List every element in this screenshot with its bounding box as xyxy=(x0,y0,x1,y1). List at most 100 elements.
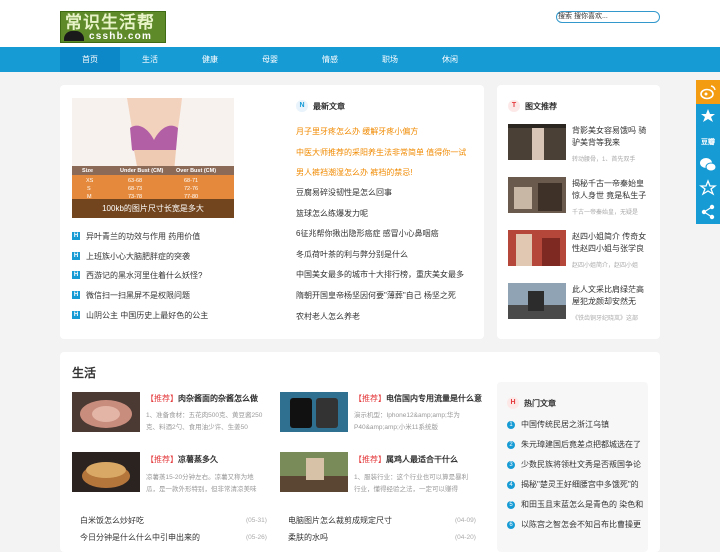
life-link[interactable]: 白米饭怎么炒好吃 xyxy=(80,515,144,526)
life-post-desc: 演示机型：Iphone12&amp;amp;华为P40&amp;amp;小米11… xyxy=(354,412,460,431)
over-bust-header: Over Bust (CM) xyxy=(176,168,217,174)
nav-item-leisure[interactable]: 休闲 xyxy=(420,47,480,72)
image-post-thumb[interactable] xyxy=(508,177,566,213)
list-item[interactable]: H 西游记的黑水河里住着什么妖怪? xyxy=(72,269,242,282)
article-link[interactable]: 6征兆帮你揪出隐形癌症 感冒小心鼻咽癌 xyxy=(296,227,439,240)
logo-figure xyxy=(64,31,84,41)
hot-title: 热门文章 xyxy=(524,399,556,408)
size-cell: 68-73 xyxy=(128,186,143,192)
image-post-meta: 千古一帝秦始皇，无疑是 xyxy=(572,210,639,216)
under-bust-header: Under Bust (CM) xyxy=(120,168,164,174)
image-post-thumb[interactable] xyxy=(508,283,566,319)
article-link[interactable]: 农村老人怎么养老 xyxy=(296,310,360,323)
article-link[interactable]: 篮球怎么练爆发力呢 xyxy=(296,207,368,220)
h-badge-icon: H xyxy=(72,271,80,279)
post-photo xyxy=(508,177,566,213)
size-cell: 68-71 xyxy=(184,178,199,184)
list-item[interactable]: H 微信扫一扫黑屏不是权限问题 xyxy=(72,289,242,302)
post-photo xyxy=(280,452,348,492)
post-photo xyxy=(72,392,140,432)
article-link[interactable]: 隋朝开国皇帝杨坚因何要"薄葬"自己 杨坚之死 xyxy=(296,289,456,302)
h-badge-icon: H xyxy=(72,252,80,260)
nav-item-baby[interactable]: 母婴 xyxy=(240,47,300,72)
life-post-desc: 1、服装行业：这个行业也可以算是暴利行业，懂得经验之法，一定可以赚得 xyxy=(354,474,469,493)
latest-title: 最新文章 xyxy=(313,102,345,111)
featured-caption[interactable]: 100kb的图片尺寸长宽是多大 xyxy=(72,199,234,218)
image-post-title[interactable]: 背影美女容易饿吗 骑驴美背等我来 xyxy=(572,125,648,149)
image-post-meta: 《铁齿铜牙纪晓岚》这部 xyxy=(572,316,639,322)
image-post-thumb[interactable] xyxy=(508,124,566,160)
life-post-thumb[interactable] xyxy=(280,392,348,432)
site-logo[interactable]: 常识生活帮 csshb.com xyxy=(60,11,166,43)
nav-item-home[interactable]: 首页 xyxy=(60,47,120,72)
site-header: 常识生活帮 csshb.com 搜索 搜你喜欢... xyxy=(0,0,720,47)
post-photo xyxy=(280,392,348,432)
article-link[interactable]: 男人裤裆潮湿怎么办 裤裆的禁忌! xyxy=(296,166,412,179)
image-post-title[interactable]: 此人文采比肩绿茫高屋犯龙颜却安然无 xyxy=(572,284,648,308)
h-badge-icon: H xyxy=(72,311,80,319)
life-link[interactable]: 电脑图片怎么裁剪成规定尺寸 xyxy=(288,515,392,526)
rank-badge: 6 xyxy=(507,521,515,529)
douban-icon: 豆瓣 xyxy=(701,139,715,146)
post-photo xyxy=(508,124,566,160)
image-post-title[interactable]: 揭秘千古一帝秦始皇惊人身世 竟是私生子 xyxy=(572,178,648,202)
life-post-title[interactable]: 【推荐】凉薯蒸多久 xyxy=(146,454,218,465)
nav-item-career[interactable]: 职场 xyxy=(360,47,420,72)
weibo-icon xyxy=(700,85,716,100)
nav-item-health[interactable]: 健康 xyxy=(180,47,240,72)
logo-domain: csshb.com xyxy=(89,31,153,42)
size-cell: 63-68 xyxy=(128,178,143,184)
logo-text: 常识生活帮 xyxy=(65,13,155,33)
article-link[interactable]: 中医大师推荐的采阳养生法非常简单 值得你一试 xyxy=(296,146,466,159)
list-item[interactable]: H 异叶青兰的功效与作用 药用价值 xyxy=(72,230,242,243)
image-posts-badge-icon: T xyxy=(508,100,520,112)
life-link-date: (04-09) xyxy=(455,517,476,524)
life-post-title[interactable]: 【推荐】电信国内专用流量是什么意 xyxy=(354,393,482,404)
nav-item-life[interactable]: 生活 xyxy=(120,47,180,72)
nav-item-emotion[interactable]: 情感 xyxy=(300,47,360,72)
image-post-title[interactable]: 赵四小姐简介 传奇女性赵四小姐与张学良 xyxy=(572,231,648,255)
favorite-button[interactable] xyxy=(696,176,720,200)
article-link[interactable]: 冬瓜荷叶茶的利与弊分别是什么 xyxy=(296,248,408,261)
life-post-title[interactable]: 【推荐】属鸡人最适合干什么 xyxy=(354,454,458,465)
h-badge-icon: H xyxy=(72,232,80,240)
life-link[interactable]: 今日分钟是什么什么中引申出来的 xyxy=(80,532,200,543)
life-post-thumb[interactable] xyxy=(72,452,140,492)
life-link[interactable]: 柔肤的水吗 xyxy=(288,532,328,543)
qzone-share-button[interactable] xyxy=(696,104,720,128)
share-icon xyxy=(701,204,715,220)
list-item[interactable]: H 上班族小心大脑肥胖症的突袭 xyxy=(72,250,242,263)
rank-badge: 1 xyxy=(507,421,515,429)
rank-badge: 2 xyxy=(507,441,515,449)
image-post-meta: 赵四小姐简介，赵四小姐 xyxy=(572,263,639,269)
size-col-header: Size xyxy=(82,168,94,174)
size-cell: XS xyxy=(86,178,94,184)
search-input[interactable]: 搜索 搜你喜欢... xyxy=(556,11,660,23)
life-link-date: (05-31) xyxy=(246,517,267,524)
article-link[interactable]: 中国美女最多的城市十大排行榜，重庆美女最多 xyxy=(296,268,464,281)
douban-share-button[interactable]: 豆瓣 xyxy=(696,128,720,152)
post-photo xyxy=(508,230,566,266)
weibo-share-button[interactable] xyxy=(696,80,720,104)
image-post-thumb[interactable] xyxy=(508,230,566,266)
wechat-icon xyxy=(700,158,717,172)
list-item[interactable]: H 山阴公主 中国历史上最好色的公主 xyxy=(72,309,242,322)
featured-image[interactable]: Size Under Bust (CM) Over Bust (CM) XS 6… xyxy=(72,98,234,218)
share-button[interactable] xyxy=(696,200,720,224)
life-post-desc: 凉薯蒸15-20分钟左右。凉薯又称为地瓜，是一款外形特别，但非常清凉美味 xyxy=(146,474,257,493)
wechat-share-button[interactable] xyxy=(696,152,720,176)
life-post-title[interactable]: 【推荐】肉杂酱面的杂酱怎么做 xyxy=(146,393,258,404)
post-photo xyxy=(72,452,140,492)
size-cell: S xyxy=(87,186,91,192)
image-posts-title: 图文推荐 xyxy=(525,102,557,111)
latest-badge-icon: N xyxy=(296,100,308,112)
life-post-thumb[interactable] xyxy=(280,452,348,492)
life-post-thumb[interactable] xyxy=(72,392,140,432)
life-section-title: 生活 xyxy=(72,366,97,380)
article-link[interactable]: 豆腐易碎没韧性是怎么回事 xyxy=(296,186,392,199)
hot-badge-icon: H xyxy=(507,397,519,409)
post-photo xyxy=(508,283,566,319)
article-link[interactable]: 月子里牙疼怎么办 缓解牙疼小偏方 xyxy=(296,125,418,138)
main-nav: 首页 生活 健康 母婴 情感 职场 休闲 xyxy=(0,47,720,72)
star-icon xyxy=(699,179,717,196)
